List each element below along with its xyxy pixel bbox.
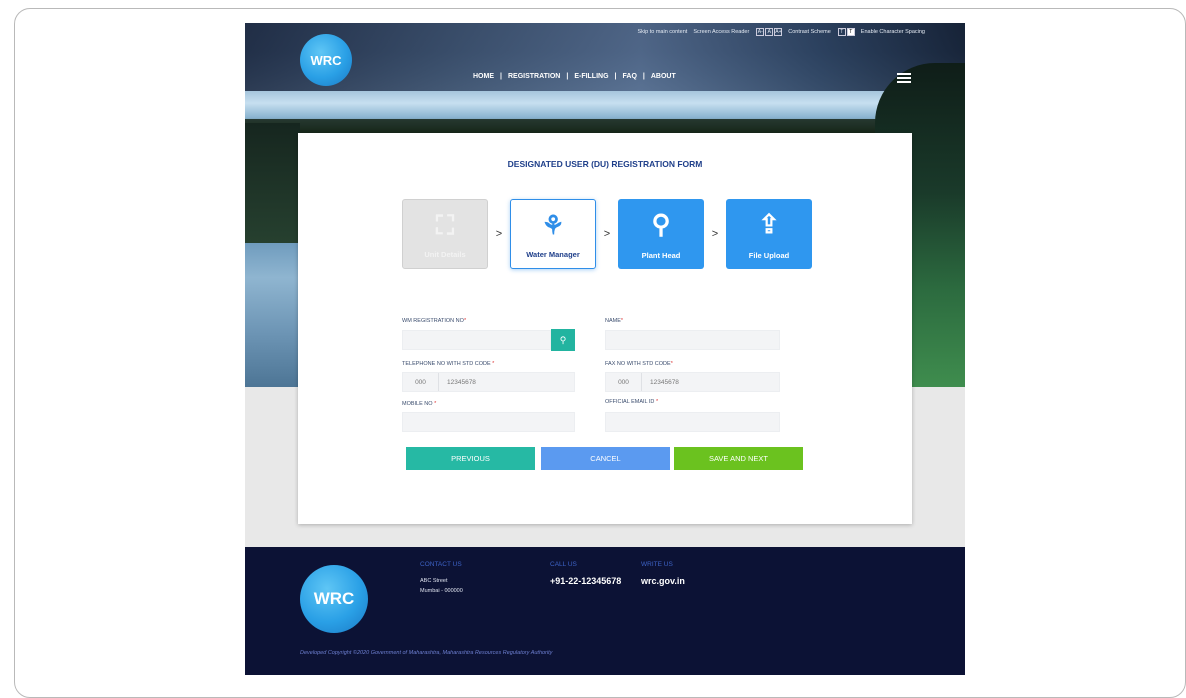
nav-e-filling[interactable]: E-FILLING xyxy=(574,73,608,80)
name-input[interactable] xyxy=(605,330,780,350)
footer-logo[interactable]: WRC xyxy=(300,565,368,633)
nav-home[interactable]: HOME xyxy=(473,73,494,80)
footer-write: WRITE US wrc.gov.in xyxy=(641,561,685,586)
hamburger-menu-icon[interactable] xyxy=(897,73,911,83)
write-heading: WRITE US xyxy=(641,561,673,568)
phone-link[interactable]: +91-22-12345678 xyxy=(550,576,621,586)
sprout-icon: ⚘ xyxy=(541,210,565,240)
telephone-number[interactable]: 12345678 xyxy=(439,379,476,386)
web-page: WRC Skip to main content Screen Access R… xyxy=(245,23,965,675)
footer-contact: CONTACT US ABC Street Mumbai - 000000 xyxy=(420,561,463,596)
wm-registration-input[interactable] xyxy=(402,330,551,350)
step-unit-details[interactable]: ⛶ Unit Details xyxy=(402,199,488,269)
fax-label: FAX NO WITH STD CODE* xyxy=(605,361,673,367)
skip-link[interactable]: Skip to main content xyxy=(637,29,687,35)
contrast-controls: TT xyxy=(837,28,855,36)
hero-treeline xyxy=(245,119,965,133)
step-label: Unit Details xyxy=(424,250,466,259)
chevron-right-icon: > xyxy=(495,228,503,240)
website-link[interactable]: wrc.gov.in xyxy=(641,576,685,586)
contrast-dark-button[interactable]: T xyxy=(846,28,855,36)
email-input[interactable] xyxy=(605,412,780,432)
fax-std-code[interactable]: 000 xyxy=(606,373,642,391)
font-normal-button[interactable]: A xyxy=(765,28,774,36)
contact-address-line1: ABC Street xyxy=(420,578,448,584)
previous-button[interactable]: PREVIOUS xyxy=(406,447,535,470)
accessibility-bar: Skip to main content Screen Access Reade… xyxy=(637,28,925,36)
fax-input[interactable]: 000 12345678 xyxy=(605,372,780,392)
fax-number[interactable]: 12345678 xyxy=(642,379,679,386)
header-logo[interactable]: WRC xyxy=(300,34,352,86)
footer-call: CALL US +91-22-12345678 xyxy=(550,561,621,586)
character-spacing-link[interactable]: Enable Character Spacing xyxy=(861,29,925,35)
font-size-controls: A- A A+ xyxy=(755,28,783,36)
chevron-right-icon: > xyxy=(603,228,611,240)
font-decrease-button[interactable]: A- xyxy=(756,28,765,36)
call-heading: CALL US xyxy=(550,561,577,568)
contrast-light-button[interactable]: T xyxy=(837,28,846,36)
contact-heading: CONTACT US xyxy=(420,561,462,568)
contact-address-line2: Mumbai - 000000 xyxy=(420,588,463,594)
nav-about[interactable]: ABOUT xyxy=(651,73,676,80)
hero-trees-left xyxy=(245,123,300,243)
upload-icon: ⇪ xyxy=(758,209,780,239)
mobile-label: MOBILE NO * xyxy=(402,401,437,407)
contrast-label: Contrast Scheme xyxy=(788,29,831,35)
cancel-button[interactable]: CANCEL xyxy=(541,447,670,470)
chevron-right-icon: > xyxy=(711,228,719,240)
nav-separator: | xyxy=(614,73,617,80)
nav-separator: | xyxy=(642,73,645,80)
copyright-text: Developed Copyright ©2020 Government of … xyxy=(300,650,553,656)
step-wizard: ⛶ Unit Details > ⚘ Water Manager > ⚲ Pla… xyxy=(402,199,812,269)
nav-faq[interactable]: FAQ xyxy=(623,73,637,80)
telephone-std-code[interactable]: 000 xyxy=(403,373,439,391)
screen-reader-link[interactable]: Screen Access Reader xyxy=(693,29,749,35)
name-label: NAME* xyxy=(605,318,624,324)
nav-separator: | xyxy=(566,73,569,80)
main-nav: HOME | REGISTRATION | E-FILLING | FAQ | … xyxy=(473,73,676,80)
nav-registration[interactable]: REGISTRATION xyxy=(508,73,560,80)
step-file-upload[interactable]: ⇪ File Upload xyxy=(726,199,812,269)
telephone-label: TELEPHONE NO WITH STD CODE * xyxy=(402,361,495,367)
tree-icon: ⚲ xyxy=(651,209,671,239)
building-icon: ⛶ xyxy=(435,210,455,240)
step-plant-head[interactable]: ⚲ Plant Head xyxy=(618,199,704,269)
wm-registration-label: WM REGISTRATION NO* xyxy=(402,318,467,324)
step-label: File Upload xyxy=(748,251,790,260)
search-icon[interactable]: ⚲ xyxy=(551,329,575,351)
step-label: Plant Head xyxy=(641,251,681,260)
save-and-next-button[interactable]: SAVE AND NEXT xyxy=(674,447,803,470)
registration-form-card: DESIGNATED USER (DU) REGISTRATION FORM ⛶… xyxy=(298,133,912,524)
step-water-manager[interactable]: ⚘ Water Manager xyxy=(510,199,596,269)
nav-separator: | xyxy=(500,73,502,80)
font-increase-button[interactable]: A+ xyxy=(774,28,783,36)
step-label: Water Manager xyxy=(526,250,580,259)
form-title: DESIGNATED USER (DU) REGISTRATION FORM xyxy=(507,159,703,169)
mobile-input[interactable] xyxy=(402,412,575,432)
telephone-input[interactable]: 000 12345678 xyxy=(402,372,575,392)
email-label: OFFICIAL EMAIL ID * xyxy=(605,399,659,405)
